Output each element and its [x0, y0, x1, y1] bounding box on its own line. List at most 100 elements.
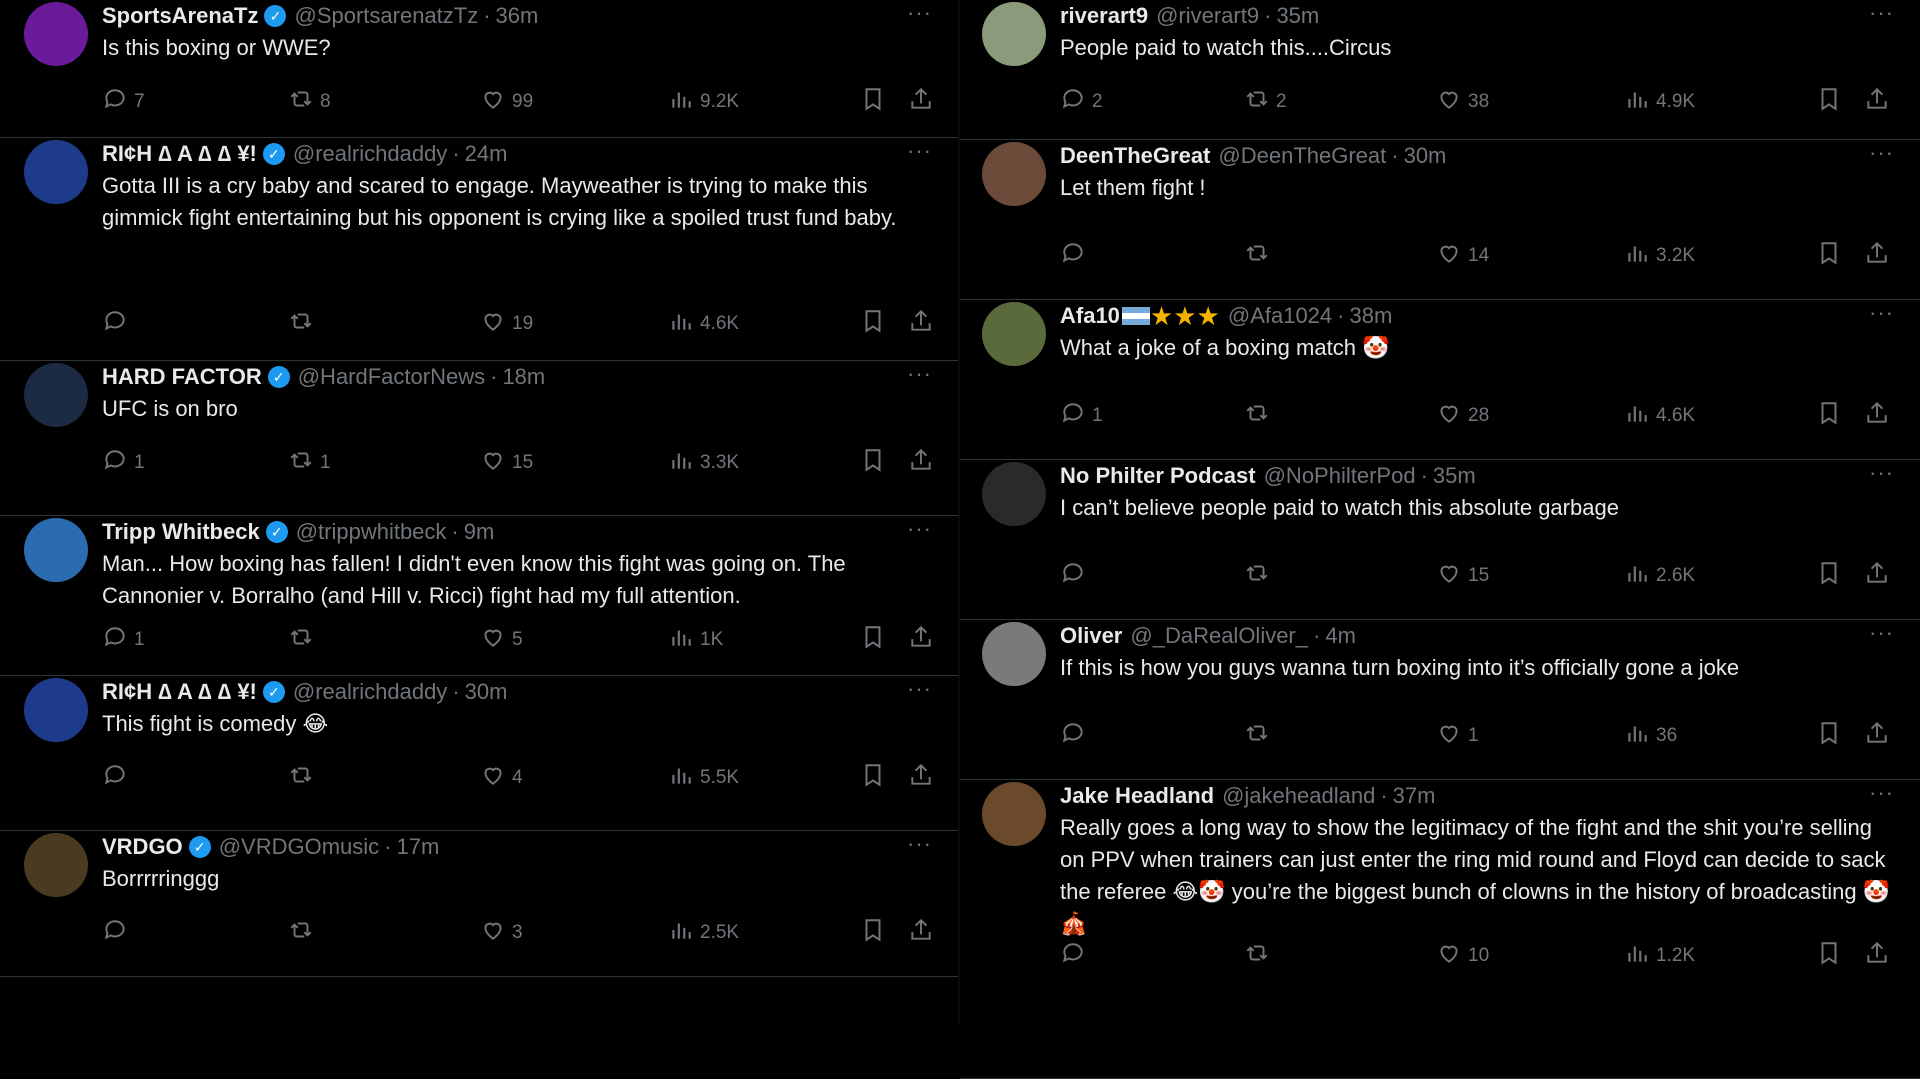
avatar[interactable]: [982, 142, 1046, 206]
views-button[interactable]: 3.2K: [1624, 240, 1695, 272]
like-button[interactable]: 14: [1436, 240, 1489, 272]
user-handle[interactable]: @realrichdaddy: [293, 141, 447, 167]
more-options-icon[interactable]: ···: [1869, 620, 1894, 646]
views-button[interactable]: 4.6K: [1624, 400, 1695, 432]
more-options-icon[interactable]: ···: [1869, 300, 1894, 326]
views-button[interactable]: 9.2K: [668, 86, 739, 118]
reply-button[interactable]: [102, 762, 134, 794]
timestamp[interactable]: 35m: [1433, 463, 1476, 489]
display-name[interactable]: Tripp Whitbeck: [102, 519, 260, 545]
reply-button[interactable]: 1: [102, 447, 145, 479]
bookmark-button[interactable]: [1816, 240, 1842, 272]
timestamp[interactable]: 35m: [1276, 3, 1319, 29]
views-button[interactable]: 3.3K: [668, 447, 739, 479]
retweet-button[interactable]: 1: [288, 447, 331, 479]
like-button[interactable]: 10: [1436, 940, 1489, 972]
timestamp[interactable]: 36m: [496, 3, 539, 29]
timestamp[interactable]: 24m: [465, 141, 508, 167]
timestamp[interactable]: 38m: [1349, 303, 1392, 329]
views-button[interactable]: 2.6K: [1624, 560, 1695, 592]
avatar[interactable]: [982, 462, 1046, 526]
bookmark-button[interactable]: [1816, 560, 1842, 592]
share-button[interactable]: [908, 917, 934, 949]
avatar[interactable]: [24, 363, 88, 427]
timestamp[interactable]: 30m: [465, 679, 508, 705]
share-button[interactable]: [1864, 240, 1890, 272]
avatar[interactable]: [24, 678, 88, 742]
bookmark-button[interactable]: [1816, 86, 1842, 118]
retweet-button[interactable]: 2: [1244, 86, 1287, 118]
reply-button[interactable]: [102, 917, 134, 949]
user-handle[interactable]: @jakeheadland: [1222, 783, 1375, 809]
like-button[interactable]: 15: [1436, 560, 1489, 592]
like-button[interactable]: 38: [1436, 86, 1489, 118]
reply-button[interactable]: 1: [102, 624, 145, 656]
more-options-icon[interactable]: ···: [907, 676, 932, 702]
share-button[interactable]: [908, 86, 934, 118]
display-name[interactable]: No Philter Podcast: [1060, 463, 1256, 489]
share-button[interactable]: [1864, 720, 1890, 752]
user-handle[interactable]: @realrichdaddy: [293, 679, 447, 705]
avatar[interactable]: [982, 302, 1046, 366]
user-handle[interactable]: @DeenTheGreat: [1218, 143, 1386, 169]
retweet-button[interactable]: [288, 308, 320, 340]
tweet[interactable]: HARD FACTOR ✓ @HardFactorNews · 18m ··· UFC is…: [0, 361, 958, 516]
more-options-icon[interactable]: ···: [907, 138, 932, 164]
timestamp[interactable]: 30m: [1404, 143, 1447, 169]
display-name[interactable]: VRDGO: [102, 834, 183, 860]
retweet-button[interactable]: [1244, 720, 1276, 752]
reply-button[interactable]: [1060, 560, 1092, 592]
bookmark-button[interactable]: [1816, 940, 1842, 972]
share-button[interactable]: [1864, 86, 1890, 118]
display-name[interactable]: RI¢H ∆ A ∆ ∆ ¥!: [102, 141, 257, 167]
tweet[interactable]: RI¢H ∆ A ∆ ∆ ¥! ✓ @realrichdaddy · 24m ··· Got…: [0, 138, 958, 361]
user-handle[interactable]: @trippwhitbeck: [296, 519, 447, 545]
more-options-icon[interactable]: ···: [907, 0, 932, 26]
like-button[interactable]: 19: [480, 308, 533, 340]
like-button[interactable]: 4: [480, 762, 523, 794]
bookmark-button[interactable]: [860, 86, 886, 118]
display-name[interactable]: HARD FACTOR: [102, 364, 262, 390]
views-button[interactable]: 36: [1624, 720, 1677, 752]
reply-button[interactable]: 7: [102, 86, 145, 118]
tweet[interactable]: SportsArenaTz ✓ @SportsarenatzTz · 36m ··· Is …: [0, 0, 958, 138]
share-button[interactable]: [908, 624, 934, 656]
tweet[interactable]: Tripp Whitbeck ✓ @trippwhitbeck · 9m ··· Man..…: [0, 516, 958, 676]
reply-button[interactable]: [1060, 240, 1092, 272]
views-button[interactable]: 4.9K: [1624, 86, 1695, 118]
user-handle[interactable]: @_DaRealOliver_: [1130, 623, 1308, 649]
retweet-button[interactable]: [288, 917, 320, 949]
tweet[interactable]: Afa10 ★★★ @Afa1024 · 38m ··· What a joke of a …: [960, 300, 1920, 460]
more-options-icon[interactable]: ···: [1869, 780, 1894, 806]
display-name[interactable]: RI¢H ∆ A ∆ ∆ ¥!: [102, 679, 257, 705]
timestamp[interactable]: 4m: [1325, 623, 1356, 649]
bookmark-button[interactable]: [860, 762, 886, 794]
timestamp[interactable]: 17m: [396, 834, 439, 860]
bookmark-button[interactable]: [860, 308, 886, 340]
like-button[interactable]: 3: [480, 917, 523, 949]
reply-button[interactable]: 2: [1060, 86, 1103, 118]
share-button[interactable]: [1864, 400, 1890, 432]
retweet-button[interactable]: [1244, 940, 1276, 972]
display-name[interactable]: Afa10: [1060, 303, 1120, 329]
views-button[interactable]: 1K: [668, 624, 723, 656]
user-handle[interactable]: @Afa1024: [1228, 303, 1332, 329]
avatar[interactable]: [24, 518, 88, 582]
timestamp[interactable]: 37m: [1393, 783, 1436, 809]
views-button[interactable]: 5.5K: [668, 762, 739, 794]
tweet[interactable]: No Philter Podcast @NoPhilterPod · 35m ··· I …: [960, 460, 1920, 620]
display-name[interactable]: SportsArenaTz: [102, 3, 258, 29]
display-name[interactable]: Jake Headland: [1060, 783, 1214, 809]
tweet[interactable]: Jake Headland @jakeheadland · 37m ··· Really …: [960, 780, 1920, 1079]
tweet[interactable]: Oliver @_DaRealOliver_ · 4m ··· If this is ho…: [960, 620, 1920, 780]
share-button[interactable]: [908, 762, 934, 794]
views-button[interactable]: 2.5K: [668, 917, 739, 949]
avatar[interactable]: [24, 833, 88, 897]
user-handle[interactable]: @riverart9: [1156, 3, 1259, 29]
share-button[interactable]: [1864, 940, 1890, 972]
more-options-icon[interactable]: ···: [907, 361, 932, 387]
more-options-icon[interactable]: ···: [1869, 460, 1894, 486]
share-button[interactable]: [908, 308, 934, 340]
user-handle[interactable]: @VRDGOmusic: [219, 834, 379, 860]
views-button[interactable]: 1.2K: [1624, 940, 1695, 972]
